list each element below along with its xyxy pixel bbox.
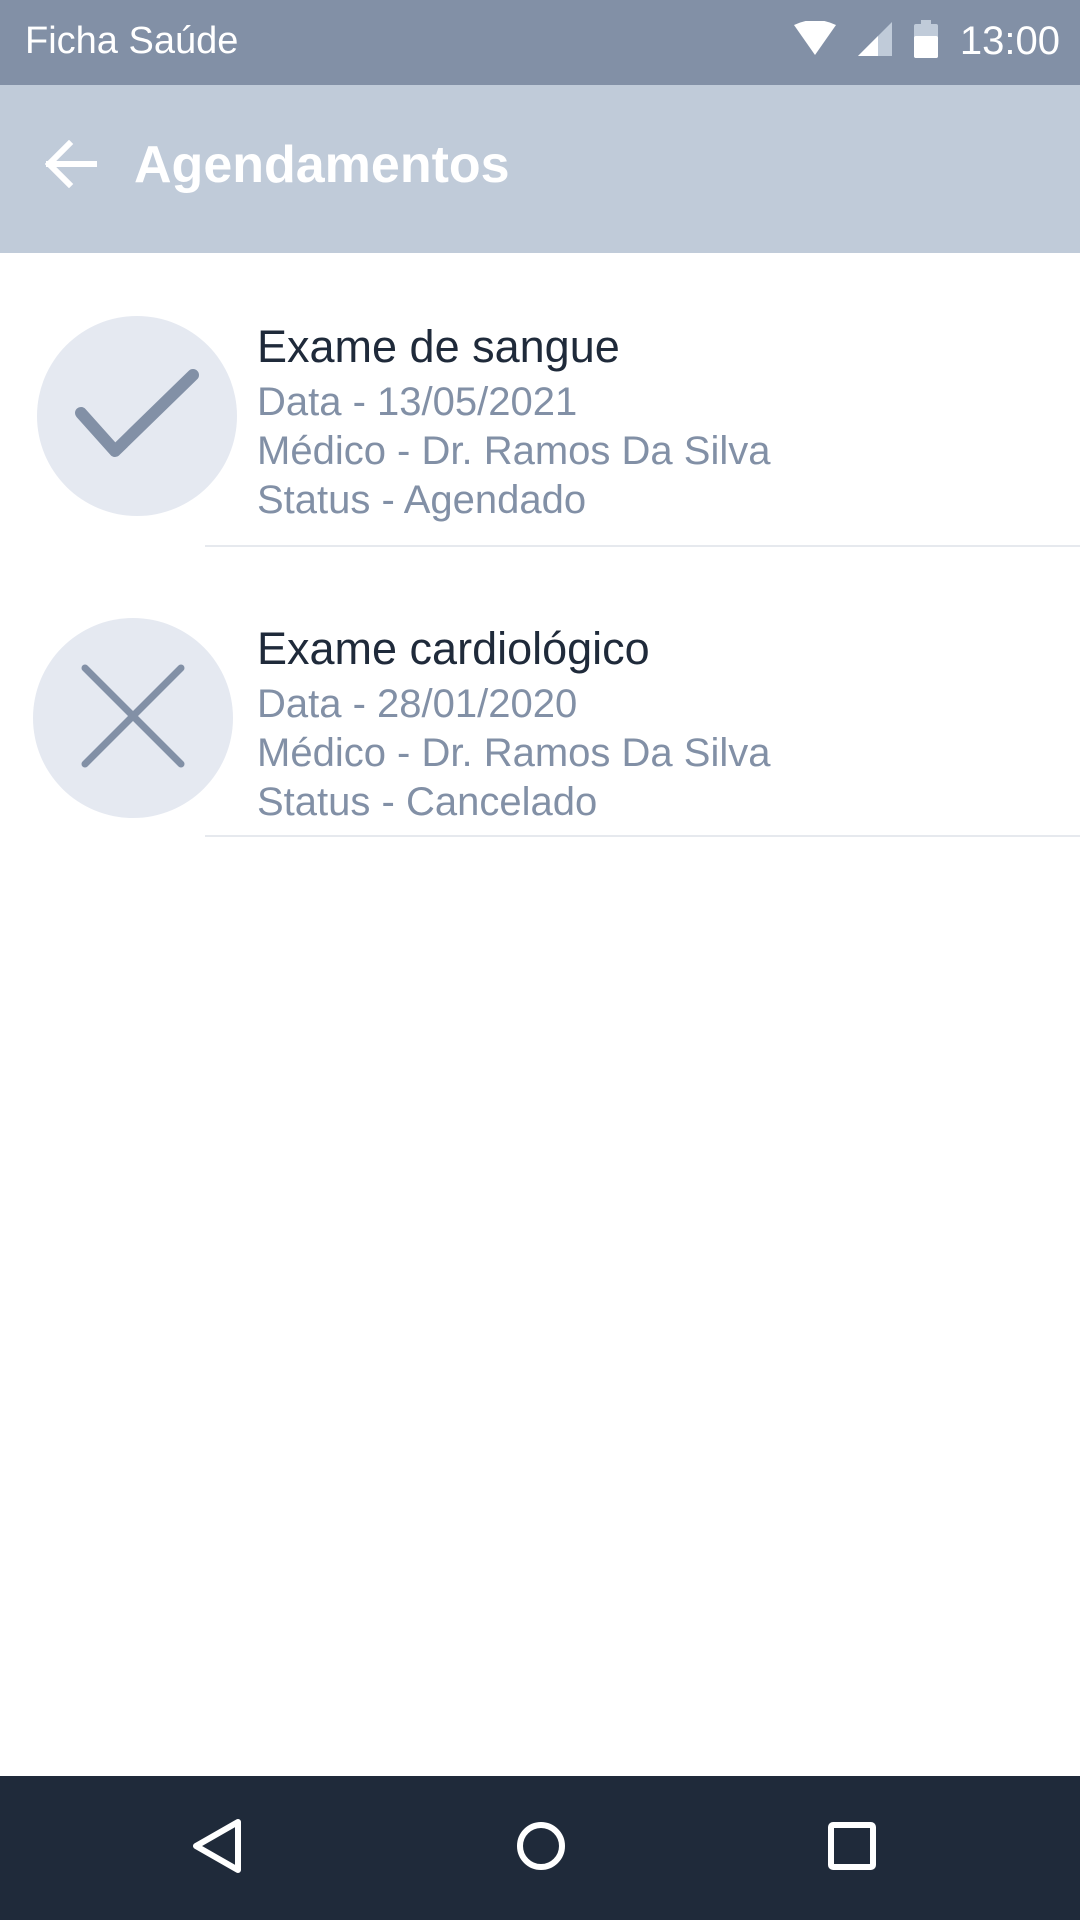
wifi-icon [793,19,836,62]
status-time: 13:00 [959,19,1060,63]
check-icon [75,368,199,464]
status-bar: Ficha Saúde 13:00 [0,0,1080,85]
nav-bar [0,1776,1080,1920]
nav-home-icon [515,1820,567,1877]
nav-home-button[interactable] [491,1798,591,1898]
nav-recents-button[interactable] [802,1798,902,1898]
item-title: Exame cardiológico [257,623,650,674]
item-status: Status - Cancelado [257,780,598,824]
status-avatar [37,316,237,516]
divider [205,545,1080,547]
nav-back-icon [190,1818,246,1879]
battery-icon [913,19,938,63]
status-icons: 13:00 [793,16,1060,66]
item-doctor: Médico - Dr. Ramos Da Silva [257,731,771,775]
cell-signal-icon [857,21,892,61]
app-bar: Agendamentos [0,85,1080,253]
item-title: Exame de sangue [257,321,620,372]
arrow-left-icon [44,139,98,193]
item-date: Data - 28/01/2020 [257,682,578,726]
item-status: Status - Agendado [257,478,587,522]
page-title: Agendamentos [134,136,510,194]
status-app-name: Ficha Saúde [25,20,239,62]
item-doctor: Médico - Dr. Ramos Da Silva [257,429,771,473]
back-button[interactable] [34,129,108,203]
status-avatar [33,618,233,818]
list-item[interactable]: Exame cardiológico Data - 28/01/2020 Méd… [0,555,1080,847]
close-icon [81,664,185,773]
item-text: Exame cardiológico Data - 28/01/2020 Méd… [257,621,770,827]
divider [205,835,1080,837]
list-item[interactable]: Exame de sangue Data - 13/05/2021 Médico… [0,253,1080,555]
item-text: Exame de sangue Data - 13/05/2021 Médico… [257,319,770,525]
appointments-list: Exame de sangue Data - 13/05/2021 Médico… [0,253,1080,847]
nav-back-button[interactable] [168,1798,268,1898]
screen: Ficha Saúde 13:00 Agendamentos Exame de … [0,0,1080,1920]
item-date: Data - 13/05/2021 [257,380,578,424]
nav-recents-icon [827,1821,877,1876]
